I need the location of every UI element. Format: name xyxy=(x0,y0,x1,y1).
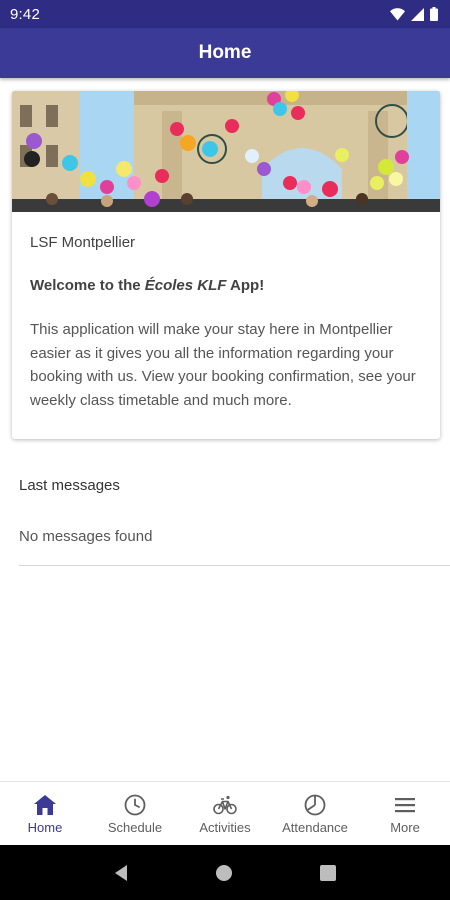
menu-icon xyxy=(395,798,415,813)
nav-item-attendance[interactable]: Attendance xyxy=(270,782,360,845)
home-circle-icon[interactable] xyxy=(215,864,233,882)
app-bar: Home xyxy=(0,28,450,78)
welcome-heading: Welcome to the Écoles KLF App! xyxy=(30,277,422,294)
hero-image xyxy=(12,91,440,212)
school-name: LSF Montpellier xyxy=(30,234,136,251)
nav-label-activities: Activities xyxy=(199,820,251,835)
back-icon[interactable] xyxy=(113,864,129,882)
bottom-nav: Home Schedule Activities Attendance More xyxy=(0,781,450,845)
bicycle-icon xyxy=(213,795,237,815)
welcome-card: LSF Montpellier Welcome to the Écoles KL… xyxy=(12,91,440,439)
welcome-suffix: App! xyxy=(226,277,265,294)
system-nav-bar xyxy=(0,845,450,900)
nav-label-home: Home xyxy=(27,820,63,835)
last-messages-title: Last messages xyxy=(19,477,120,494)
page-title: Home xyxy=(198,42,252,63)
nav-item-schedule[interactable]: Schedule xyxy=(90,782,180,845)
nav-label-attendance: Attendance xyxy=(282,820,348,835)
status-icons xyxy=(390,7,438,21)
nav-label-more: More xyxy=(390,820,420,835)
nav-item-activities[interactable]: Activities xyxy=(180,782,270,845)
home-icon xyxy=(34,795,56,815)
pie-chart-icon xyxy=(304,794,326,816)
wifi-icon xyxy=(390,7,405,20)
welcome-description: This application will make your stay her… xyxy=(30,321,416,409)
nav-item-more[interactable]: More xyxy=(360,782,450,845)
divider xyxy=(19,565,450,566)
battery-icon xyxy=(430,7,438,21)
signal-icon xyxy=(411,7,424,21)
no-messages-text: No messages found xyxy=(19,528,153,545)
status-time: 9:42 xyxy=(10,5,40,23)
nav-item-home[interactable]: Home xyxy=(0,782,90,845)
status-bar: 9:42 xyxy=(0,0,450,28)
card-body: LSF Montpellier Welcome to the Écoles KL… xyxy=(12,212,440,412)
nav-label-schedule: Schedule xyxy=(107,820,163,835)
welcome-brand: Écoles KLF xyxy=(144,277,227,294)
recents-icon[interactable] xyxy=(319,864,337,882)
clock-icon xyxy=(124,794,146,816)
welcome-prefix: Welcome to the xyxy=(30,277,145,294)
